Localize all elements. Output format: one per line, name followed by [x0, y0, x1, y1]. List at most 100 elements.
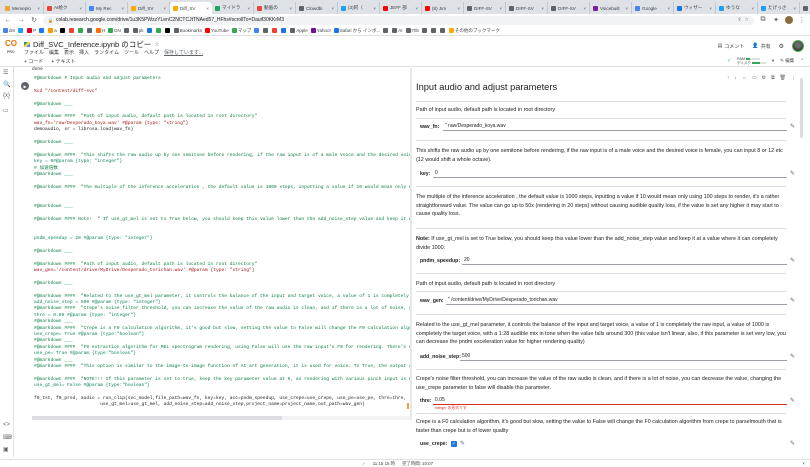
colab-logo[interactable]: CO PRO: [5, 39, 17, 54]
browser-tab[interactable]: DIFF-SV ×: [548, 2, 590, 14]
tab-close-icon[interactable]: ×: [667, 6, 670, 11]
browser-tab[interactable]: (3)阿（ ×: [338, 2, 380, 14]
edit-field-icon[interactable]: ✎: [790, 123, 795, 130]
settings-icon[interactable]: ⚙: [779, 43, 784, 50]
move-up-icon[interactable]: ↑: [727, 75, 730, 81]
forward-icon[interactable]: →: [17, 17, 25, 24]
tab-close-icon[interactable]: ×: [163, 6, 166, 11]
bookmark-item[interactable]: [254, 28, 260, 33]
star-notebook-icon[interactable]: ☆: [154, 41, 159, 48]
editor-horizontal-scrollbar[interactable]: [32, 416, 410, 420]
url-field[interactable]: 🔒 colab.research.google.com/drive/1u3K5P…: [43, 15, 754, 25]
add-code-button[interactable]: + コード: [24, 58, 43, 65]
bookmark-item[interactable]: GN: [108, 28, 121, 33]
browser-tab[interactable]: Diff_SV ×: [170, 2, 212, 14]
bookmark-item[interactable]: pk: [132, 28, 144, 33]
share-page-icon[interactable]: ⇪: [737, 17, 741, 23]
wav-gen-input[interactable]: " /content/drive/MyDrive/Desperado_toric…: [446, 296, 787, 305]
bookmark-item[interactable]: [39, 28, 45, 33]
browser-tab[interactable]: Google ×: [632, 2, 674, 14]
browser-tab[interactable]: https://c×: [800, 2, 810, 14]
browser-tab[interactable]: DIFF-SV ×: [506, 2, 548, 14]
star-icon[interactable]: ☆: [745, 17, 749, 23]
edit-field-icon[interactable]: ✎: [790, 440, 795, 447]
save-status[interactable]: 保存しています...: [164, 49, 203, 56]
bookmark-item[interactable]: [421, 28, 428, 33]
tab-close-icon[interactable]: ×: [415, 6, 418, 11]
browser-tab[interactable]: Voicebuilt ×: [590, 2, 632, 14]
bookmark-item[interactable]: その他のブックマーク: [448, 28, 500, 34]
browser-tab[interactable]: ゆうな ×: [716, 2, 758, 14]
bookmark-item[interactable]: Apple: [290, 28, 308, 33]
bookmark-item[interactable]: [439, 28, 446, 33]
browser-tab[interactable]: たげっさ ×: [758, 2, 800, 14]
add-noise-step-input[interactable]: 500: [460, 352, 787, 361]
toc-icon[interactable]: ☰: [3, 69, 8, 76]
bookmark-item[interactable]: [86, 28, 93, 33]
bookmark-item[interactable]: AI: [392, 28, 403, 33]
bookmark-item[interactable]: [123, 28, 130, 33]
edit-field-icon[interactable]: ✎: [790, 397, 795, 404]
browser-tab[interactable]: 動画の ×: [254, 2, 296, 14]
search-icon[interactable]: 🔍: [3, 81, 10, 88]
resource-meter[interactable]: RAM ディスク: [737, 57, 766, 65]
cell-more-icon[interactable]: ⋮: [791, 75, 796, 81]
menu-item[interactable]: 挿入: [79, 49, 89, 56]
edit-button[interactable]: ✎ 編集: [780, 58, 794, 64]
bookmark-item[interactable]: [430, 28, 437, 33]
tab-close-icon[interactable]: ×: [625, 6, 628, 11]
browser-tab[interactable]: My Rec ×: [86, 2, 128, 14]
browser-tab[interactable]: ウィザー ×: [674, 2, 716, 14]
collapse-icon[interactable]: ⌃: [800, 58, 804, 64]
tab-close-icon[interactable]: ×: [331, 6, 334, 11]
tab-close-icon[interactable]: ×: [499, 6, 502, 11]
variables-icon[interactable]: {x}: [3, 93, 10, 99]
close-status-icon[interactable]: ×: [802, 461, 805, 466]
comment-cell-icon[interactable]: ▭: [752, 75, 757, 81]
terminal-icon[interactable]: ▣: [3, 446, 9, 453]
reload-icon[interactable]: ↻: [30, 16, 38, 24]
bookmark-item[interactable]: マップ: [231, 28, 251, 34]
files-icon[interactable]: ▭: [3, 107, 9, 114]
bookmark-item[interactable]: Bookmarks: [173, 28, 202, 33]
link-icon[interactable]: ⇔: [742, 75, 747, 81]
menu-item[interactable]: ファイル: [24, 49, 44, 56]
browser-tab[interactable]: Clowdbi ×: [296, 2, 338, 14]
edit-field-icon[interactable]: ✎: [790, 257, 795, 264]
browser-tab[interactable]: マイドラ ×: [212, 2, 254, 14]
bookmark-item[interactable]: Safari から インボ...: [333, 28, 380, 34]
tab-close-icon[interactable]: ×: [457, 6, 460, 11]
tab-close-icon[interactable]: ×: [541, 6, 544, 11]
tab-close-icon[interactable]: ×: [583, 6, 586, 11]
comment-button[interactable]: ▤ コメント: [718, 43, 745, 50]
resource-dropdown-icon[interactable]: ▾: [772, 58, 774, 64]
run-cell-button[interactable]: ▶: [21, 82, 29, 90]
bookmark-item[interactable]: [155, 28, 162, 33]
menu-item[interactable]: ツール: [124, 49, 139, 56]
menu-item[interactable]: 編集: [49, 49, 59, 56]
bookmark-item[interactable]: [59, 28, 66, 33]
thre-input[interactable]: 0.05: [433, 396, 787, 405]
bookmark-item[interactable]: [146, 28, 153, 33]
form-scrollbar[interactable]: [797, 68, 805, 460]
puzzle-icon[interactable]: ✦: [772, 16, 780, 24]
bookmark-item[interactable]: dm: [3, 28, 15, 33]
bookmark-item[interactable]: [383, 28, 389, 33]
edit-field-icon[interactable]: ✎: [790, 297, 795, 304]
tab-close-icon[interactable]: ×: [289, 6, 292, 11]
tab-close-icon[interactable]: ×: [793, 6, 796, 11]
extensions-icon[interactable]: ⧉: [759, 16, 767, 24]
tab-close-icon[interactable]: ×: [373, 6, 376, 11]
browser-tab[interactable]: AI絵ク ×: [44, 2, 86, 14]
tab-close-icon[interactable]: ×: [37, 6, 40, 11]
editor-form-divider[interactable]: [410, 68, 412, 420]
tab-close-icon[interactable]: ×: [247, 6, 250, 11]
cell-settings-icon[interactable]: ⚙: [762, 75, 766, 81]
browser-tab[interactable]: Memeplo ×: [2, 2, 44, 14]
browser-tab[interactable]: Diff_SV ×: [128, 2, 170, 14]
bookmark-item[interactable]: [272, 28, 278, 33]
bookmark-item[interactable]: P: [27, 28, 36, 33]
code-editor[interactable]: #@markdown # Input audio and adjust para…: [32, 68, 410, 418]
menu-item[interactable]: ヘルプ: [144, 49, 159, 56]
mirror-cell-icon[interactable]: ⧉: [771, 75, 775, 81]
